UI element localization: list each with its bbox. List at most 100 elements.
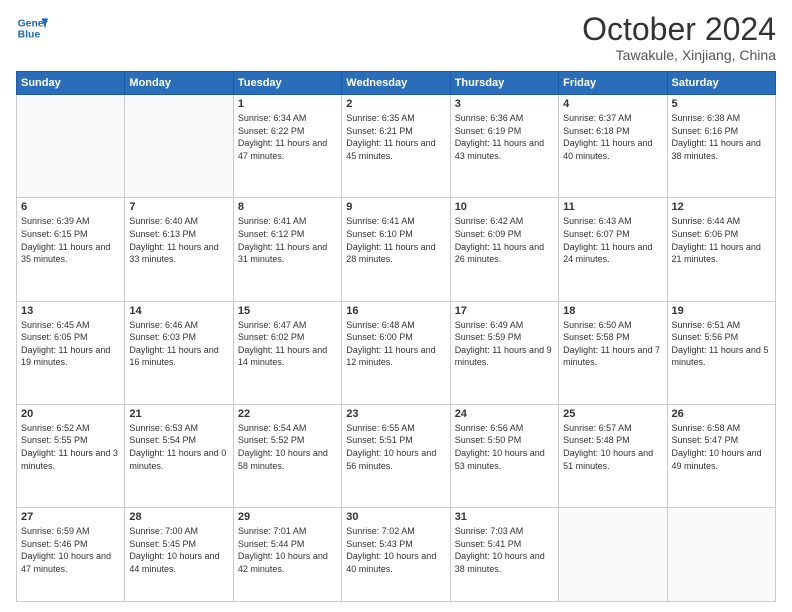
day-number: 22	[238, 408, 337, 420]
day-number: 5	[672, 98, 771, 110]
day-info: Sunrise: 6:49 AM Sunset: 5:59 PM Dayligh…	[455, 319, 554, 369]
day-info: Sunrise: 6:56 AM Sunset: 5:50 PM Dayligh…	[455, 422, 554, 472]
day-info: Sunrise: 6:47 AM Sunset: 6:02 PM Dayligh…	[238, 319, 337, 369]
day-info: Sunrise: 6:57 AM Sunset: 5:48 PM Dayligh…	[563, 422, 662, 472]
header-monday: Monday	[125, 72, 233, 95]
day-info: Sunrise: 7:00 AM Sunset: 5:45 PM Dayligh…	[129, 525, 228, 575]
subtitle: Tawakule, Xinjiang, China	[582, 47, 776, 63]
calendar-table: Sunday Monday Tuesday Wednesday Thursday…	[16, 71, 776, 602]
day-number: 16	[346, 305, 445, 317]
day-info: Sunrise: 6:46 AM Sunset: 6:03 PM Dayligh…	[129, 319, 228, 369]
table-row: 25 Sunrise: 6:57 AM Sunset: 5:48 PM Dayli…	[559, 404, 667, 507]
day-number: 15	[238, 305, 337, 317]
table-row: 27 Sunrise: 6:59 AM Sunset: 5:46 PM Dayli…	[17, 508, 125, 602]
calendar-week-row: 1 Sunrise: 6:34 AM Sunset: 6:22 PM Daylig…	[17, 95, 776, 198]
table-row: 30 Sunrise: 7:02 AM Sunset: 5:43 PM Dayli…	[342, 508, 450, 602]
day-info: Sunrise: 6:53 AM Sunset: 5:54 PM Dayligh…	[129, 422, 228, 472]
logo-icon: General Blue	[16, 12, 48, 44]
day-info: Sunrise: 6:38 AM Sunset: 6:16 PM Dayligh…	[672, 112, 771, 162]
calendar-week-row: 13 Sunrise: 6:45 AM Sunset: 6:05 PM Dayli…	[17, 301, 776, 404]
day-number: 2	[346, 98, 445, 110]
table-row: 20 Sunrise: 6:52 AM Sunset: 5:55 PM Dayli…	[17, 404, 125, 507]
day-number: 6	[21, 201, 120, 213]
day-number: 31	[455, 511, 554, 523]
day-number: 23	[346, 408, 445, 420]
day-info: Sunrise: 6:35 AM Sunset: 6:21 PM Dayligh…	[346, 112, 445, 162]
day-info: Sunrise: 6:48 AM Sunset: 6:00 PM Dayligh…	[346, 319, 445, 369]
day-info: Sunrise: 6:34 AM Sunset: 6:22 PM Dayligh…	[238, 112, 337, 162]
day-number: 18	[563, 305, 662, 317]
day-info: Sunrise: 6:42 AM Sunset: 6:09 PM Dayligh…	[455, 215, 554, 265]
table-row: 13 Sunrise: 6:45 AM Sunset: 6:05 PM Dayli…	[17, 301, 125, 404]
calendar-week-row: 6Sunrise: 6:39 AM Sunset: 6:15 PM Daylig…	[17, 198, 776, 301]
header-sunday: Sunday	[17, 72, 125, 95]
page: General Blue October 2024 Tawakule, Xinj…	[0, 0, 792, 612]
day-number: 17	[455, 305, 554, 317]
day-number: 14	[129, 305, 228, 317]
logo: General Blue	[16, 12, 48, 44]
day-number: 9	[346, 201, 445, 213]
table-row: 3 Sunrise: 6:36 AM Sunset: 6:19 PM Daylig…	[450, 95, 558, 198]
day-number: 29	[238, 511, 337, 523]
table-row: 23 Sunrise: 6:55 AM Sunset: 5:51 PM Dayli…	[342, 404, 450, 507]
day-info: Sunrise: 6:52 AM Sunset: 5:55 PM Dayligh…	[21, 422, 120, 472]
day-number: 19	[672, 305, 771, 317]
table-row: 9 Sunrise: 6:41 AM Sunset: 6:10 PM Daylig…	[342, 198, 450, 301]
table-row: 7 Sunrise: 6:40 AM Sunset: 6:13 PM Daylig…	[125, 198, 233, 301]
day-info: Sunrise: 6:41 AM Sunset: 6:10 PM Dayligh…	[346, 215, 445, 265]
day-info: Sunrise: 6:55 AM Sunset: 5:51 PM Dayligh…	[346, 422, 445, 472]
day-number: 4	[563, 98, 662, 110]
day-info: Sunrise: 6:51 AM Sunset: 5:56 PM Dayligh…	[672, 319, 771, 369]
day-info: Sunrise: 6:36 AM Sunset: 6:19 PM Dayligh…	[455, 112, 554, 162]
table-row: 11 Sunrise: 6:43 AM Sunset: 6:07 PM Dayli…	[559, 198, 667, 301]
table-row: 29Sunrise: 7:01 AM Sunset: 5:44 PM Dayli…	[233, 508, 341, 602]
table-row: 6Sunrise: 6:39 AM Sunset: 6:15 PM Daylig…	[17, 198, 125, 301]
day-info: Sunrise: 6:37 AM Sunset: 6:18 PM Dayligh…	[563, 112, 662, 162]
day-number: 20	[21, 408, 120, 420]
header-friday: Friday	[559, 72, 667, 95]
header-wednesday: Wednesday	[342, 72, 450, 95]
day-info: Sunrise: 6:54 AM Sunset: 5:52 PM Dayligh…	[238, 422, 337, 472]
day-number: 3	[455, 98, 554, 110]
day-info: Sunrise: 6:45 AM Sunset: 6:05 PM Dayligh…	[21, 319, 120, 369]
calendar-week-row: 20 Sunrise: 6:52 AM Sunset: 5:55 PM Dayli…	[17, 404, 776, 507]
day-number: 12	[672, 201, 771, 213]
day-number: 8	[238, 201, 337, 213]
day-number: 30	[346, 511, 445, 523]
day-number: 28	[129, 511, 228, 523]
table-row	[125, 95, 233, 198]
day-info: Sunrise: 6:43 AM Sunset: 6:07 PM Dayligh…	[563, 215, 662, 265]
day-number: 25	[563, 408, 662, 420]
table-row	[559, 508, 667, 602]
day-number: 21	[129, 408, 228, 420]
day-number: 11	[563, 201, 662, 213]
table-row: 14 Sunrise: 6:46 AM Sunset: 6:03 PM Dayli…	[125, 301, 233, 404]
day-info: Sunrise: 6:50 AM Sunset: 5:58 PM Dayligh…	[563, 319, 662, 369]
table-row: 16 Sunrise: 6:48 AM Sunset: 6:00 PM Dayli…	[342, 301, 450, 404]
day-info: Sunrise: 6:44 AM Sunset: 6:06 PM Dayligh…	[672, 215, 771, 265]
day-number: 13	[21, 305, 120, 317]
day-number: 1	[238, 98, 337, 110]
header-thursday: Thursday	[450, 72, 558, 95]
day-info: Sunrise: 6:41 AM Sunset: 6:12 PM Dayligh…	[238, 215, 337, 265]
day-info: Sunrise: 7:02 AM Sunset: 5:43 PM Dayligh…	[346, 525, 445, 575]
day-number: 7	[129, 201, 228, 213]
table-row: 18 Sunrise: 6:50 AM Sunset: 5:58 PM Dayli…	[559, 301, 667, 404]
day-info: Sunrise: 6:40 AM Sunset: 6:13 PM Dayligh…	[129, 215, 228, 265]
table-row: 10Sunrise: 6:42 AM Sunset: 6:09 PM Dayli…	[450, 198, 558, 301]
table-row: 31 Sunrise: 7:03 AM Sunset: 5:41 PM Dayli…	[450, 508, 558, 602]
day-number: 27	[21, 511, 120, 523]
calendar-week-row: 27 Sunrise: 6:59 AM Sunset: 5:46 PM Dayli…	[17, 508, 776, 602]
day-info: Sunrise: 7:03 AM Sunset: 5:41 PM Dayligh…	[455, 525, 554, 575]
table-row: 22 Sunrise: 6:54 AM Sunset: 5:52 PM Dayli…	[233, 404, 341, 507]
header-saturday: Saturday	[667, 72, 775, 95]
table-row: 1 Sunrise: 6:34 AM Sunset: 6:22 PM Daylig…	[233, 95, 341, 198]
table-row: 26Sunrise: 6:58 AM Sunset: 5:47 PM Dayli…	[667, 404, 775, 507]
table-row: 8 Sunrise: 6:41 AM Sunset: 6:12 PM Daylig…	[233, 198, 341, 301]
table-row: 28 Sunrise: 7:00 AM Sunset: 5:45 PM Dayli…	[125, 508, 233, 602]
table-row: 2 Sunrise: 6:35 AM Sunset: 6:21 PM Daylig…	[342, 95, 450, 198]
day-number: 24	[455, 408, 554, 420]
svg-text:Blue: Blue	[18, 30, 41, 41]
day-info: Sunrise: 6:59 AM Sunset: 5:46 PM Dayligh…	[21, 525, 120, 575]
month-title: October 2024	[582, 12, 776, 47]
